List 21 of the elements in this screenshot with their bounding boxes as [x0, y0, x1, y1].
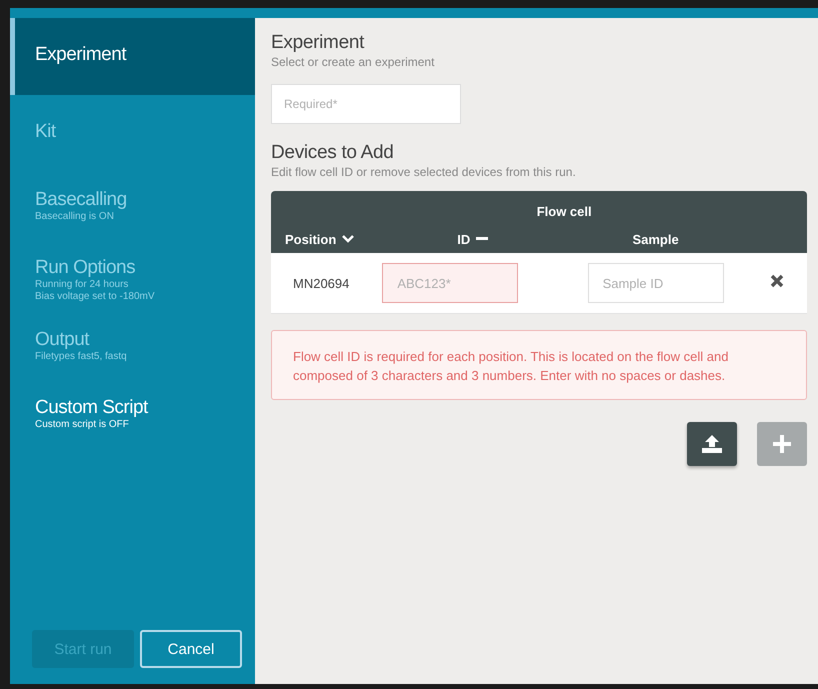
sidebar-item[interactable]: Custom Script Custom script is OFF	[10, 371, 255, 439]
flow-cell-id-field[interactable]: ABC123*	[382, 263, 518, 303]
column-group-header: Flow cell	[536, 204, 592, 218]
section-subtitle: Select or create an experiment	[271, 55, 436, 69]
cancel-button[interactable]: Cancel	[140, 630, 242, 668]
column-header: Sample	[632, 232, 679, 246]
section-title: Experiment	[271, 32, 366, 54]
chevron-down-icon	[342, 235, 354, 243]
remove-icon[interactable]	[770, 274, 784, 288]
plus-icon	[773, 435, 791, 453]
upload-icon	[702, 435, 722, 453]
experiment-field[interactable]: Required*	[271, 84, 461, 124]
section-title: Devices to Add	[271, 142, 395, 164]
minus-icon	[476, 237, 488, 241]
sample-id-field[interactable]: Sample ID	[588, 263, 724, 303]
sidebar-item[interactable]: Experiment	[10, 18, 255, 95]
section-subtitle: Edit flow cell ID or remove selected devices from this run.	[271, 165, 577, 179]
upload-button[interactable]	[687, 422, 737, 466]
error-message: Flow cell ID is required for each position. This is located on the flow cell and composed of 3 characters and 3 numbers. Enter with no spaces or dashes.	[271, 330, 807, 400]
column-header[interactable]: ID	[457, 232, 470, 246]
position-cell: MN20694	[293, 276, 350, 290]
